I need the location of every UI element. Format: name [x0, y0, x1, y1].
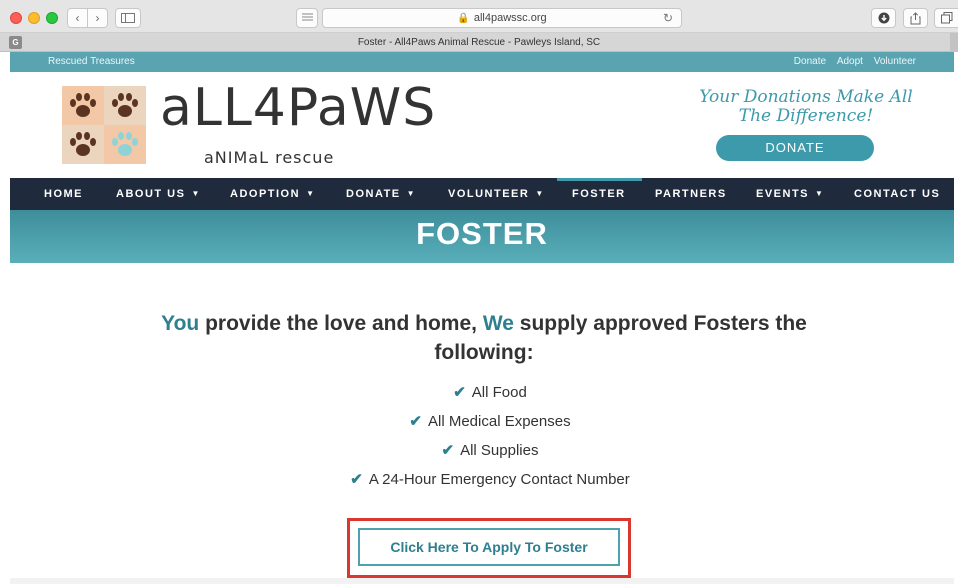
- utility-links: Donate Adopt Volunteer: [786, 52, 916, 72]
- caret-down-icon: ▼: [191, 189, 201, 198]
- caret-down-icon: ▼: [306, 189, 316, 198]
- paw-print-icon: [112, 92, 138, 117]
- foster-lead-heading: You provide the love and home, We supply…: [150, 309, 818, 367]
- back-button[interactable]: ‹: [67, 8, 88, 28]
- chevron-left-icon: ‹: [75, 11, 80, 25]
- url-text: all4pawssc.org: [473, 12, 547, 24]
- list-item-text: All Food: [471, 384, 527, 401]
- checkmark-icon: ✔: [453, 384, 466, 401]
- nav-label: VOLUNTEER: [448, 188, 530, 200]
- site-logo-text[interactable]: aLL4PaWS: [160, 78, 436, 138]
- tab-title[interactable]: Foster - All4Paws Animal Rescue - Pawley…: [0, 33, 958, 52]
- minimize-window-button[interactable]: [28, 12, 40, 24]
- paw-cell: [104, 125, 146, 164]
- utility-donate-link[interactable]: Donate: [794, 56, 826, 67]
- close-window-button[interactable]: [10, 12, 22, 24]
- donate-button[interactable]: DONATE: [716, 135, 874, 161]
- foster-benefits-list: ✔ All Food ✔ All Medical Expenses ✔ All Sup…: [250, 381, 730, 497]
- paw-print-icon: [70, 131, 96, 156]
- sidebar-button[interactable]: [115, 8, 141, 28]
- paw-cell: [62, 125, 104, 164]
- nav-label: PARTNERS: [655, 188, 727, 200]
- reader-icon: [301, 13, 313, 21]
- nav-adoption[interactable]: ADOPTION ▼: [230, 178, 315, 210]
- lead-you: You: [161, 312, 200, 335]
- list-item-text: All Medical Expenses: [428, 413, 571, 430]
- utility-adopt-link[interactable]: Adopt: [837, 56, 863, 67]
- nav-label: CONTACT US: [854, 188, 941, 200]
- forward-button[interactable]: ›: [87, 8, 108, 28]
- chevron-right-icon: ›: [95, 11, 100, 25]
- browser-toolbar: ‹ › 🔒 all4pawssc.org ↻: [0, 0, 958, 33]
- show-tabs-button[interactable]: [934, 8, 958, 28]
- list-item: ✔ All Food: [250, 381, 730, 410]
- address-bar[interactable]: 🔒 all4pawssc.org ↻: [322, 8, 682, 28]
- nav-events[interactable]: EVENTS ▼: [756, 178, 824, 210]
- site-tagline: aNIMaL rescue: [204, 148, 335, 167]
- nav-donate[interactable]: DONATE ▼: [346, 178, 416, 210]
- nav-label: DONATE: [346, 188, 401, 200]
- tab-bar-edge: [950, 33, 958, 52]
- nav-label: ABOUT US: [116, 188, 186, 200]
- lock-icon: 🔒: [457, 13, 470, 24]
- tab-bar: Foster - All4Paws Animal Rescue - Pawley…: [0, 33, 958, 52]
- nav-contact-us[interactable]: CONTACT US: [854, 178, 940, 210]
- paw-print-icon: [70, 92, 96, 117]
- list-item-text: A 24-Hour Emergency Contact Number: [368, 471, 630, 488]
- site-header: aLL4PaWS aNIMaL rescue Your Donations Ma…: [10, 72, 954, 178]
- maximize-window-button[interactable]: [46, 12, 58, 24]
- paw-cell: [104, 86, 146, 125]
- lead-text-1: provide the love and home,: [199, 312, 483, 335]
- share-button[interactable]: [903, 8, 928, 28]
- utility-volunteer-link[interactable]: Volunteer: [874, 56, 916, 67]
- caret-down-icon: ▼: [406, 189, 417, 198]
- list-item: ✔ All Supplies: [250, 439, 730, 468]
- nav-home[interactable]: HOME: [44, 178, 83, 210]
- favicon: G: [9, 36, 22, 49]
- rescued-treasures-link[interactable]: Rescued Treasures: [48, 52, 135, 72]
- paw-cell: [62, 86, 104, 125]
- list-item-text: All Supplies: [460, 442, 539, 459]
- reload-icon[interactable]: ↻: [663, 9, 673, 27]
- reader-button[interactable]: [296, 8, 318, 28]
- checkmark-icon: ✔: [409, 413, 422, 430]
- checkmark-icon: ✔: [441, 442, 455, 459]
- caret-down-icon: ▼: [815, 189, 825, 198]
- list-item: ✔ A 24-Hour Emergency Contact Number: [250, 468, 730, 497]
- tabs-icon: [940, 12, 952, 24]
- main-nav: HOME ABOUT US ▼ ADOPTION ▼ DONATE ▼ VOLUNTE…: [10, 178, 954, 210]
- logo-paws[interactable]: [62, 86, 146, 164]
- content-footer-strip: [10, 578, 954, 584]
- lead-we: We: [482, 312, 514, 335]
- nav-volunteer[interactable]: VOLUNTEER ▼: [448, 178, 545, 210]
- download-icon: [878, 12, 889, 24]
- sidebar-icon: [121, 13, 135, 23]
- list-item: ✔ All Medical Expenses: [250, 410, 730, 439]
- nav-label: ADOPTION: [230, 188, 301, 200]
- share-icon: [910, 12, 921, 25]
- nav-label: EVENTS: [756, 188, 810, 200]
- donation-promo: Your Donations Make All The Difference!: [699, 87, 913, 126]
- page-banner: FOSTER: [10, 210, 954, 263]
- nav-label: FOSTER: [572, 188, 626, 200]
- caret-down-icon: ▼: [535, 189, 545, 198]
- page-title: FOSTER: [416, 216, 548, 251]
- paw-print-icon: [112, 131, 138, 156]
- nav-about-us[interactable]: ABOUT US ▼: [116, 178, 201, 210]
- nav-label: HOME: [44, 188, 83, 200]
- apply-to-foster-button[interactable]: Click Here To Apply To Foster: [358, 528, 620, 566]
- nav-foster[interactable]: FOSTER: [557, 178, 642, 210]
- checkmark-icon: ✔: [350, 471, 363, 488]
- utility-bar: Rescued Treasures Donate Adopt Volunteer: [10, 52, 954, 72]
- downloads-button[interactable]: [871, 8, 896, 28]
- nav-partners[interactable]: PARTNERS: [655, 178, 727, 210]
